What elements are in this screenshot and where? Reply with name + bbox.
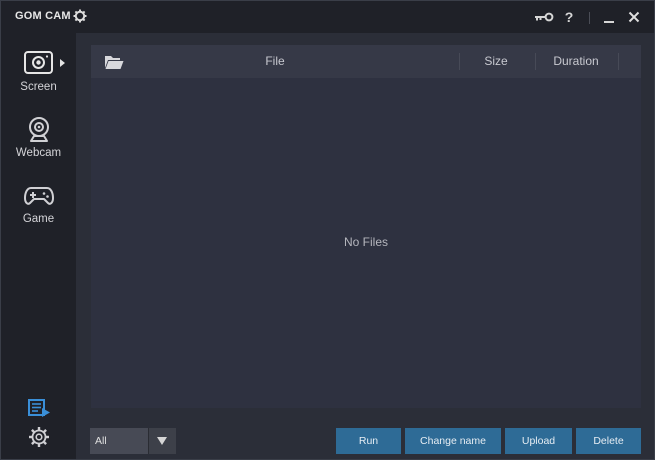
sidebar-item-screen[interactable]: Screen [1, 41, 76, 99]
column-divider [535, 53, 536, 70]
sidebar: Screen Webcam Game [1, 33, 76, 459]
chevron-down-icon [157, 437, 167, 445]
sidebar-item-label: Webcam [15, 147, 62, 159]
gom-cam-window: GOM CAM ? Screen Webcam Game File Size D… [0, 0, 655, 460]
change-name-button[interactable]: Change name [405, 428, 501, 454]
sidebar-item-game[interactable]: Game [1, 173, 76, 231]
column-header-file[interactable]: File [191, 54, 359, 68]
file-list-header: File Size Duration [91, 45, 641, 78]
gamepad-icon [24, 187, 54, 205]
column-header-duration[interactable]: Duration [539, 54, 613, 68]
file-list-panel: File Size Duration No Files [91, 45, 641, 408]
sidebar-item-label: Game [22, 213, 55, 225]
titlebar-divider [589, 12, 590, 24]
dropdown-toggle[interactable] [148, 428, 176, 454]
upload-button[interactable]: Upload [505, 428, 572, 454]
sidebar-item-webcam[interactable]: Webcam [1, 107, 76, 165]
open-folder-icon[interactable] [104, 54, 124, 70]
sidebar-item-label: Screen [20, 81, 57, 93]
filter-selected-value: All [95, 435, 107, 447]
settings-gear-icon[interactable] [28, 426, 50, 448]
close-icon[interactable] [625, 7, 643, 27]
column-divider [618, 53, 619, 70]
gear-icon[interactable] [73, 9, 87, 23]
webcam-icon [29, 117, 49, 142]
key-icon[interactable] [533, 7, 555, 27]
minimize-icon[interactable] [601, 7, 617, 27]
run-button[interactable]: Run [336, 428, 401, 454]
delete-button[interactable]: Delete [576, 428, 641, 454]
app-title: GOM CAM [15, 10, 71, 22]
file-filter-dropdown[interactable]: All [90, 428, 176, 454]
empty-list-message: No Files [343, 235, 388, 249]
video-list-icon[interactable] [27, 398, 51, 418]
help-icon[interactable]: ? [559, 7, 579, 27]
column-header-size[interactable]: Size [459, 54, 533, 68]
screen-record-icon [24, 51, 53, 74]
expand-arrow-icon[interactable] [60, 59, 65, 67]
title-bar: GOM CAM ? [1, 1, 654, 33]
